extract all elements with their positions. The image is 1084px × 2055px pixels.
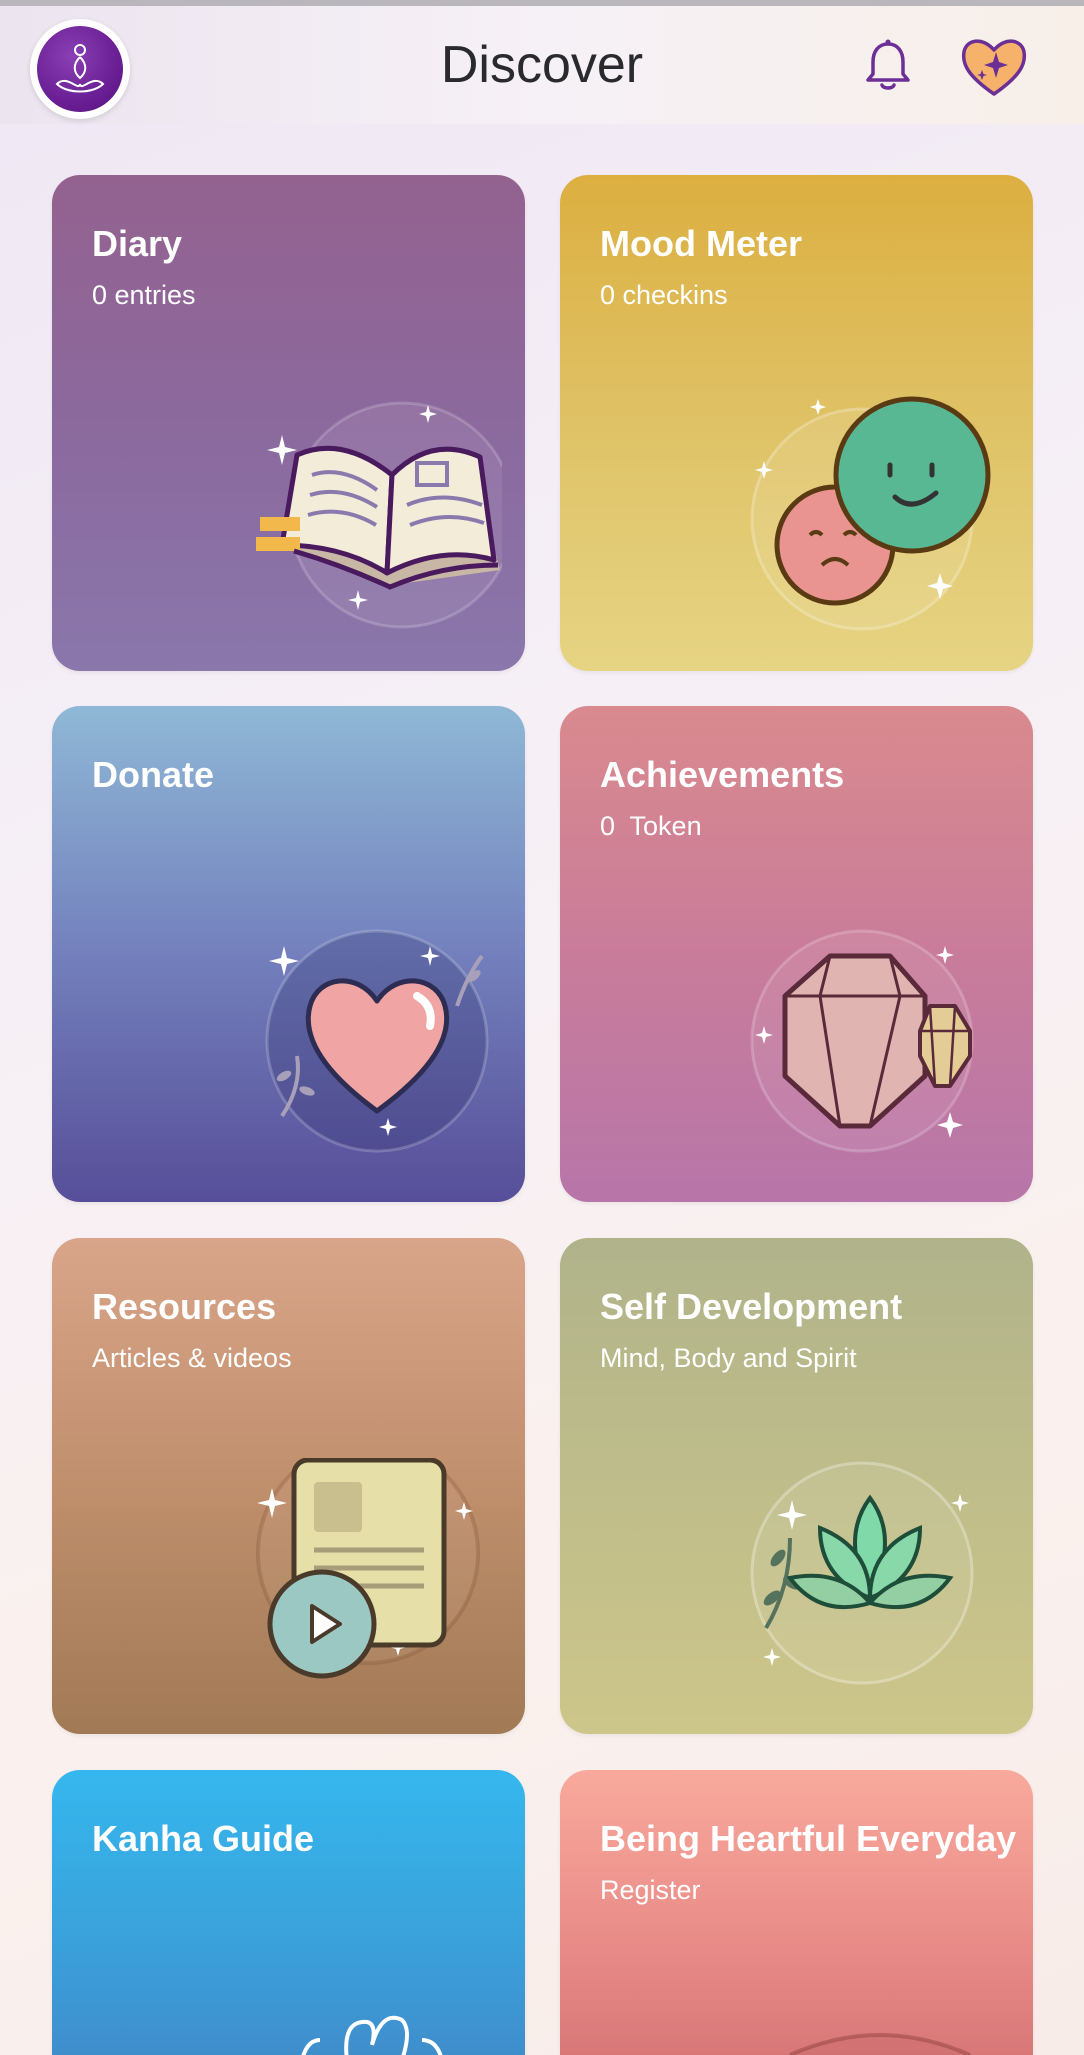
card-title: Mood Meter — [600, 223, 802, 264]
bell-icon — [866, 39, 910, 90]
card-title: Diary — [92, 223, 183, 264]
card-title: Donate — [92, 754, 215, 795]
app-header: Discover — [0, 6, 1084, 124]
card-subtitle: 0 Token — [600, 811, 702, 841]
page-title: Discover — [440, 36, 644, 94]
lotus-icon — [750, 1461, 974, 1685]
favorites-button[interactable] — [958, 34, 1030, 98]
card-title: Self Development — [600, 1286, 903, 1327]
card-subtitle: Mind, Body and Spirit — [600, 1343, 857, 1373]
card-subtitle: Register — [600, 1875, 701, 1905]
diary-card[interactable]: Diary 0 entries — [52, 175, 525, 671]
card-subtitle: 0 entries — [92, 280, 196, 310]
card-subtitle: Articles & videos — [92, 1343, 292, 1373]
being-heartful-card[interactable]: Being Heartful Everyday Register — [560, 1770, 1033, 2055]
card-subtitle: 0 checkins — [600, 280, 728, 310]
open-book-icon — [256, 401, 502, 629]
card-title: Being Heartful Everyday — [600, 1818, 1017, 1859]
guide-illustration-icon — [301, 2015, 443, 2055]
crystal-icon — [750, 929, 974, 1153]
card-title: Resources — [92, 1286, 277, 1327]
document-video-icon — [256, 1458, 480, 1679]
card-title: Kanha Guide — [92, 1818, 315, 1859]
mood-faces-icon — [750, 396, 991, 631]
mood-meter-card[interactable]: Mood Meter 0 checkins — [560, 175, 1033, 671]
self-development-card[interactable]: Self Development Mind, Body and Spirit — [560, 1238, 1033, 1734]
heartful-illustration-icon — [789, 2033, 971, 2055]
achievements-card[interactable]: Achievements 0 Token — [560, 706, 1033, 1202]
heart-icon — [265, 929, 489, 1153]
donate-card[interactable]: Donate — [52, 706, 525, 1202]
meditation-logo-icon — [37, 26, 123, 112]
card-title: Achievements — [600, 754, 845, 795]
notifications-button[interactable] — [858, 36, 918, 96]
resources-card[interactable]: Resources Articles & videos — [52, 1238, 525, 1734]
kanha-guide-card[interactable]: Kanha Guide — [52, 1770, 525, 2055]
profile-avatar-button[interactable] — [30, 19, 130, 119]
sparkle-heart-icon — [961, 39, 1027, 96]
